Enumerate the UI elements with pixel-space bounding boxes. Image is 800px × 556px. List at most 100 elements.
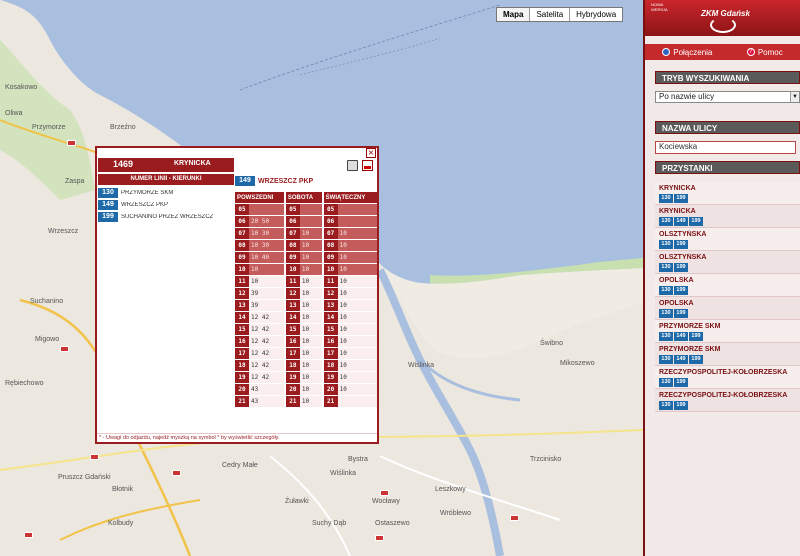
route-item[interactable]: 149 WRZESZCZ PKP bbox=[98, 199, 234, 211]
minutes-cell[interactable]: 10 bbox=[337, 384, 377, 395]
minutes-cell[interactable]: 10 bbox=[337, 360, 377, 371]
minutes-cell[interactable]: 10 bbox=[249, 264, 284, 275]
minutes-cell[interactable]: 10 bbox=[337, 240, 377, 251]
line-badge[interactable]: 199 bbox=[689, 355, 703, 364]
stop-list-item[interactable]: OLSZTYŃSKA 130 199 bbox=[655, 228, 800, 251]
minutes-cell[interactable]: 10 bbox=[299, 348, 322, 359]
minutes-cell[interactable]: 10 bbox=[299, 252, 322, 263]
line-badge[interactable]: 199 bbox=[674, 286, 688, 295]
minutes-cell[interactable]: 10 bbox=[299, 300, 322, 311]
line-badge[interactable]: 130 bbox=[659, 309, 673, 318]
stop-list-name[interactable]: KRYNICKA bbox=[659, 184, 800, 193]
stop-list-name[interactable]: RZECZYPOSPOLITEJ-KOŁOBRZESKA bbox=[659, 368, 800, 377]
minutes-cell[interactable] bbox=[337, 396, 377, 407]
line-badge[interactable]: 199 bbox=[674, 240, 688, 249]
route-direction[interactable]: PRZYMORZE SKM bbox=[121, 190, 173, 196]
close-icon[interactable]: × bbox=[366, 148, 376, 158]
minutes-cell[interactable]: 10 bbox=[337, 336, 377, 347]
line-badge[interactable]: 199 bbox=[674, 194, 688, 203]
stop-list-item[interactable]: PRZYMORZE SKM 130 149 199 bbox=[655, 343, 800, 366]
stop-list-name[interactable]: OLSZTYŃSKA bbox=[659, 230, 800, 239]
minutes-cell[interactable]: 10 bbox=[337, 264, 377, 275]
minutes-cell[interactable]: 10 bbox=[299, 288, 322, 299]
stop-list-name[interactable]: OPOLSKA bbox=[659, 276, 800, 285]
route-direction[interactable]: WRZESZCZ PKP bbox=[121, 202, 168, 208]
stop-list-name[interactable]: KRYNICKA bbox=[659, 207, 800, 216]
minutes-cell[interactable]: 10 bbox=[299, 264, 322, 275]
new-version-label[interactable]: NOWA WERSJA bbox=[651, 2, 668, 12]
line-badge[interactable]: 149 bbox=[674, 332, 688, 341]
pdf-icon[interactable] bbox=[362, 160, 373, 171]
line-badge[interactable]: 149 bbox=[98, 200, 118, 210]
minutes-cell[interactable]: 10 40 bbox=[249, 252, 284, 263]
stop-list-item[interactable]: OPOLSKA 130 199 bbox=[655, 297, 800, 320]
line-badge[interactable]: 130 bbox=[659, 194, 673, 203]
stop-list-item[interactable]: OPOLSKA 130 199 bbox=[655, 274, 800, 297]
stop-list-item[interactable]: KRYNICKA 130 199 bbox=[655, 182, 800, 205]
minutes-cell[interactable]: 10 bbox=[299, 372, 322, 383]
stop-list-item[interactable]: PRZYMORZE SKM 130 149 199 bbox=[655, 320, 800, 343]
stop-list-name[interactable]: OPOLSKA bbox=[659, 299, 800, 308]
minutes-cell[interactable]: 10 bbox=[299, 240, 322, 251]
minutes-cell[interactable]: 12 42 bbox=[249, 360, 284, 371]
map-type-satellite-button[interactable]: Satelita bbox=[530, 8, 571, 21]
minutes-cell[interactable]: 10 bbox=[299, 324, 322, 335]
minutes-cell[interactable]: 20 50 bbox=[249, 216, 284, 227]
stop-list-item[interactable]: OLSZTYŃSKA 130 199 bbox=[655, 251, 800, 274]
printer-icon[interactable] bbox=[347, 160, 358, 171]
minutes-cell[interactable]: 10 bbox=[299, 276, 322, 287]
minutes-cell[interactable]: 10 bbox=[299, 384, 322, 395]
minutes-cell[interactable]: 43 bbox=[249, 384, 284, 395]
minutes-cell[interactable]: 10 bbox=[337, 300, 377, 311]
line-badge[interactable]: 130 bbox=[659, 378, 673, 387]
line-badge[interactable]: 149 bbox=[674, 355, 688, 364]
minutes-cell[interactable]: 39 bbox=[249, 288, 284, 299]
minutes-cell[interactable]: 10 bbox=[299, 312, 322, 323]
minutes-cell[interactable]: 10 bbox=[337, 228, 377, 239]
stop-list-name[interactable]: PRZYMORZE SKM bbox=[659, 345, 800, 354]
connections-button[interactable]: Połączenia bbox=[662, 48, 712, 57]
minutes-cell[interactable]: 10 bbox=[337, 252, 377, 263]
stop-list-name[interactable]: PRZYMORZE SKM bbox=[659, 322, 800, 331]
minutes-cell[interactable]: 10 bbox=[249, 276, 284, 287]
chevron-down-icon[interactable]: ▼ bbox=[790, 92, 799, 102]
stop-list-item[interactable]: RZECZYPOSPOLITEJ-KOŁOBRZESKA 130 199 bbox=[655, 389, 800, 412]
route-item[interactable]: 130 PRZYMORZE SKM bbox=[98, 187, 234, 199]
minutes-cell[interactable]: 12 42 bbox=[249, 348, 284, 359]
minutes-cell[interactable]: 10 bbox=[337, 276, 377, 287]
minutes-cell[interactable]: 43 bbox=[249, 396, 284, 407]
line-badge[interactable]: 130 bbox=[659, 286, 673, 295]
minutes-cell[interactable]: 39 bbox=[249, 300, 284, 311]
line-badge[interactable]: 199 bbox=[674, 309, 688, 318]
minutes-cell[interactable]: 10 bbox=[337, 348, 377, 359]
minutes-cell[interactable]: 12 42 bbox=[249, 336, 284, 347]
minutes-cell[interactable] bbox=[249, 204, 284, 215]
stop-list-name[interactable]: RZECZYPOSPOLITEJ-KOŁOBRZESKA bbox=[659, 391, 800, 400]
minutes-cell[interactable]: 10 bbox=[299, 228, 322, 239]
map-type-hybrid-button[interactable]: Hybrydowa bbox=[570, 8, 623, 21]
minutes-cell[interactable]: 10 bbox=[299, 336, 322, 347]
map-type-map-button[interactable]: Mapa bbox=[497, 8, 531, 21]
route-item[interactable]: 199 SUCHANINO PRZEZ WRZESZCZ bbox=[98, 211, 234, 223]
line-badge[interactable]: 149 bbox=[674, 217, 688, 226]
minutes-cell[interactable] bbox=[299, 204, 322, 215]
line-badge[interactable]: 130 bbox=[659, 240, 673, 249]
minutes-cell[interactable]: 10 bbox=[299, 396, 322, 407]
route-direction[interactable]: SUCHANINO PRZEZ WRZESZCZ bbox=[121, 214, 213, 220]
minutes-cell[interactable]: 12 42 bbox=[249, 372, 284, 383]
minutes-cell[interactable] bbox=[299, 216, 322, 227]
line-badge[interactable]: 130 bbox=[659, 401, 673, 410]
stop-list-item[interactable]: RZECZYPOSPOLITEJ-KOŁOBRZESKA 130 199 bbox=[655, 366, 800, 389]
stop-list-item[interactable]: KRYNICKA 130 149 199 bbox=[655, 205, 800, 228]
line-badge[interactable]: 130 bbox=[659, 355, 673, 364]
line-badge[interactable]: 130 bbox=[659, 332, 673, 341]
minutes-cell[interactable]: 10 bbox=[299, 360, 322, 371]
minutes-cell[interactable]: 10 bbox=[337, 288, 377, 299]
stop-list-name[interactable]: OLSZTYŃSKA bbox=[659, 253, 800, 262]
line-badge[interactable]: 199 bbox=[98, 212, 118, 222]
minutes-cell[interactable]: 10 30 bbox=[249, 240, 284, 251]
search-mode-select[interactable]: Po nazwie ulicy ▼ bbox=[655, 91, 800, 103]
minutes-cell[interactable] bbox=[337, 216, 377, 227]
minutes-cell[interactable] bbox=[337, 204, 377, 215]
line-badge[interactable]: 199 bbox=[674, 378, 688, 387]
